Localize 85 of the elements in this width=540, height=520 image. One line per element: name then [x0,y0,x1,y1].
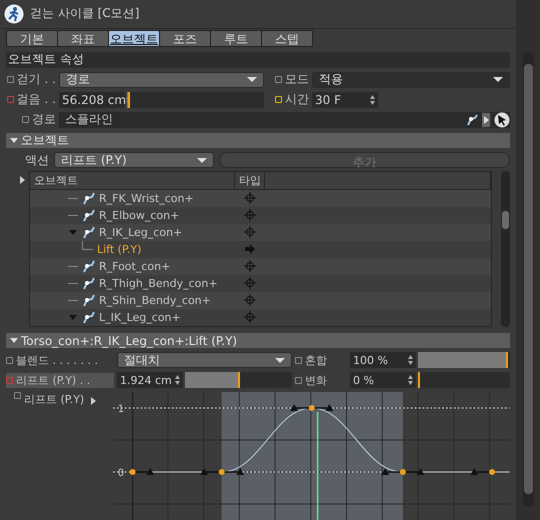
joint-icon [82,276,95,290]
collapse-icon[interactable] [10,138,18,143]
runner-icon [4,4,24,24]
column-header[interactable]: 오브젝트 [30,172,235,189]
key-marker[interactable] [6,376,13,384]
property-label: 리프트 (P.Y) [24,392,84,408]
dropdown[interactable]: 절대치 [117,352,292,368]
crosshair-icon [244,226,256,238]
spinner-icon[interactable] [408,375,413,386]
property-label: 블렌드 . . . . . . . [16,352,98,368]
scrollbar[interactable] [522,52,534,507]
scrollbar[interactable] [501,170,510,328]
group-header[interactable]: 오브젝트 [6,132,510,148]
dropdown[interactable]: 경로 [59,72,264,88]
group-header[interactable]: Torso_con+:R_IK_Leg_con+:Lift (P.Y) [6,333,510,348]
tab[interactable]: 스텝 [261,30,313,47]
animation-curve-drawing[interactable] [130,404,510,476]
playhead-line[interactable] [317,412,319,520]
arrow-icon [244,243,256,256]
crosshair-icon [244,209,256,222]
column-header[interactable]: 타입 [235,172,265,189]
key-marker[interactable] [295,356,302,364]
pointer-icon[interactable] [494,112,510,128]
joint-icon [82,310,95,324]
dropdown[interactable]: 리프트 (P.Y) [54,152,214,168]
tree-item[interactable]: L_IK_Leg_con+ [30,310,235,324]
tab[interactable]: 기본 [6,30,58,47]
joint-icon [82,208,95,222]
section-header: 오브젝트 속성 [6,52,510,68]
number-field[interactable]: 30 F [312,92,378,108]
crosshair-icon [244,260,256,272]
crosshair-icon [244,277,256,290]
caret-icon [247,77,257,82]
spinner-icon[interactable] [408,355,413,366]
property-label: 변화 [305,372,327,388]
collapse-icon[interactable] [10,338,18,344]
number-field[interactable]: 56.208 cm [59,92,125,108]
tree-item[interactable]: R_Elbow_con+ [30,208,235,222]
tab[interactable]: 좌표 [57,30,109,47]
tab[interactable]: 루트 [210,30,262,47]
property-label: 모드 [285,71,309,88]
expand-button[interactable] [482,112,490,127]
number-field[interactable]: 0 % [350,372,416,388]
spinner-icon[interactable] [370,94,375,105]
caret-icon [197,158,207,163]
crosshair-icon [244,294,256,306]
slider-track[interactable] [418,372,510,388]
tab[interactable]: 포즈 [159,30,211,47]
axis-label: 1 [118,404,125,416]
slider-track[interactable] [127,92,264,108]
property-label: 리프트 (P.Y) . . [16,372,90,388]
key-marker[interactable] [14,392,21,400]
property-label: 경로 [32,111,56,128]
property-label: 걸음 . . [16,91,56,108]
crosshair-icon [244,311,256,324]
joint-icon [82,260,95,273]
crosshair-icon [244,192,256,204]
spinner-icon[interactable] [175,375,180,386]
caret-icon [275,358,285,363]
key-marker[interactable] [6,356,13,364]
joint-icon [82,192,95,205]
key-marker[interactable] [275,96,282,104]
property-label: 걷기 . . [16,71,56,88]
caret-icon [493,77,503,82]
tab[interactable]: 오브젝트 [108,30,160,47]
field-label: 액션 [25,152,49,169]
key-marker[interactable] [6,76,14,84]
key-marker[interactable] [295,376,302,384]
joint-icon [82,226,95,239]
key-marker[interactable] [275,76,282,84]
property-label: 혼합 [305,352,327,368]
tree-item[interactable]: Lift (P.Y) [30,242,235,256]
window-title: 걷는 사이클 [C모션] [30,5,140,22]
axis-label: 0 [118,468,125,480]
number-field[interactable]: 1.924 cm [117,372,183,388]
key-marker[interactable] [6,96,14,104]
tree-item[interactable]: R_Thigh_Bendy_con+ [30,276,235,290]
joint-icon[interactable] [466,114,478,126]
number-field[interactable]: 100 % [350,352,416,368]
property-label: 시간 [285,91,309,108]
dropdown[interactable]: 적용 [312,72,510,88]
slider-track[interactable] [185,372,292,388]
key-marker[interactable] [22,116,29,124]
joint-icon [82,294,95,307]
link-field[interactable]: 스플라인 [59,112,510,128]
